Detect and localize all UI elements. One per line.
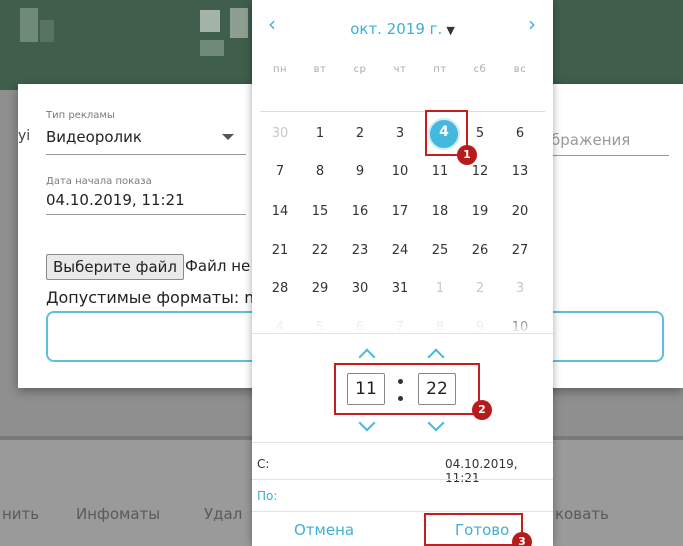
toolbar-action[interactable]: ковать <box>555 505 609 523</box>
blurred-block <box>200 10 220 32</box>
calendar-day[interactable]: 16 <box>340 204 380 219</box>
weekday-header: чт <box>393 64 407 75</box>
calendar-day[interactable]: 30 <box>340 281 380 296</box>
calendar-day[interactable]: 18 <box>420 204 460 219</box>
calendar-day[interactable]: 31 <box>380 281 420 296</box>
start-date-label: Дата начала показа <box>46 176 152 187</box>
calendar-day[interactable]: 25 <box>420 243 460 258</box>
start-date-underline <box>46 214 246 215</box>
choose-file-button[interactable]: Выберите файл <box>46 254 184 280</box>
weekday-header: вт <box>313 64 327 75</box>
calendar-divider <box>252 333 553 334</box>
ad-type-underline <box>46 154 246 155</box>
calendar-day[interactable]: 26 <box>460 243 500 258</box>
calendar-day[interactable]: 27 <box>500 243 540 258</box>
chevron-down-icon[interactable] <box>222 134 234 140</box>
annotation-badge: 2 <box>472 400 492 420</box>
annotation-highlight-done <box>424 513 523 546</box>
calendar-day[interactable]: 30 <box>260 126 300 141</box>
weekday-divider <box>260 111 545 112</box>
calendar-day[interactable]: 28 <box>260 281 300 296</box>
blurred-block <box>20 8 38 42</box>
range-from-label: С: <box>257 457 270 471</box>
file-status: Файл не <box>185 257 251 275</box>
calendar-day[interactable]: 10 <box>380 164 420 179</box>
month-year-label: окт. 2019 г. <box>350 20 443 38</box>
toolbar-action[interactable]: нить <box>2 505 39 523</box>
range-from-value: 04.10.2019, 11:21 <box>445 457 518 485</box>
truncated-label: уі <box>18 128 31 144</box>
calendar-day[interactable]: 12 <box>460 164 500 179</box>
calendar-day[interactable]: 13 <box>500 164 540 179</box>
weekday-header: пн <box>272 64 288 75</box>
calendar-day[interactable]: 20 <box>500 204 540 219</box>
calendar-day[interactable]: 3 <box>500 281 540 296</box>
annotation-badge: 3 <box>512 532 532 546</box>
weekday-header: ср <box>353 64 367 75</box>
calendar-day[interactable]: 1 <box>300 126 340 141</box>
toolbar-action-infomaty[interactable]: Инфоматы <box>76 505 160 523</box>
calendar-day[interactable]: 14 <box>260 204 300 219</box>
calendar-day[interactable]: 29 <box>300 281 340 296</box>
cancel-button[interactable]: Отмена <box>294 521 354 539</box>
caret-down-icon: ▼ <box>446 24 455 37</box>
calendar-day[interactable]: 8 <box>300 164 340 179</box>
next-month-button[interactable]: › <box>528 12 536 36</box>
annotation-highlight-time <box>334 363 480 415</box>
calendar-day[interactable]: 15 <box>300 204 340 219</box>
minute-down-icon[interactable] <box>427 414 445 432</box>
range-divider <box>252 479 553 480</box>
blurred-block <box>200 40 224 56</box>
time-divider <box>252 442 553 443</box>
calendar-day[interactable]: 2 <box>460 281 500 296</box>
image-field-underline <box>551 155 669 156</box>
calendar-day[interactable]: 9 <box>340 164 380 179</box>
calendar-day[interactable]: 6 <box>500 126 540 141</box>
blurred-block <box>230 8 248 38</box>
blurred-block <box>40 20 54 42</box>
toolbar-action-delete[interactable]: Удал <box>204 505 242 523</box>
range-to-label: По: <box>257 489 278 503</box>
calendar-day[interactable]: 7 <box>260 164 300 179</box>
allowed-formats-text: Допустимые форматы: m <box>46 288 260 307</box>
calendar-day[interactable]: 21 <box>260 243 300 258</box>
calendar-day[interactable]: 19 <box>460 204 500 219</box>
weekday-header: вс <box>513 64 527 75</box>
calendar-day[interactable]: 22 <box>300 243 340 258</box>
calendar-day[interactable]: 11 <box>420 164 460 179</box>
start-date-input[interactable]: 04.10.2019, 11:21 <box>46 191 185 209</box>
annotation-badge: 1 <box>457 145 477 165</box>
calendar-day[interactable]: 2 <box>340 126 380 141</box>
footer-divider <box>252 511 553 512</box>
calendar-day[interactable]: 1 <box>420 281 460 296</box>
datetime-picker: ‹ окт. 2019 г. ▼ › пн вт ср чт пт сб вс 30 1 2 3 5 6… <box>252 0 553 546</box>
hour-down-icon[interactable] <box>358 414 376 432</box>
scroll-fade <box>252 318 553 334</box>
calendar-day[interactable]: 24 <box>380 243 420 258</box>
ad-type-label: Тип рекламы <box>46 110 115 121</box>
month-year-select[interactable]: окт. 2019 г. ▼ <box>252 20 553 38</box>
weekday-header: пт <box>433 64 447 75</box>
image-field-text[interactable]: бражения <box>551 131 630 149</box>
calendar-day[interactable]: 3 <box>380 126 420 141</box>
ad-type-select[interactable]: Видеоролик <box>46 128 142 146</box>
calendar-day[interactable]: 17 <box>380 204 420 219</box>
calendar-day[interactable]: 23 <box>340 243 380 258</box>
weekday-header: сб <box>473 64 487 75</box>
